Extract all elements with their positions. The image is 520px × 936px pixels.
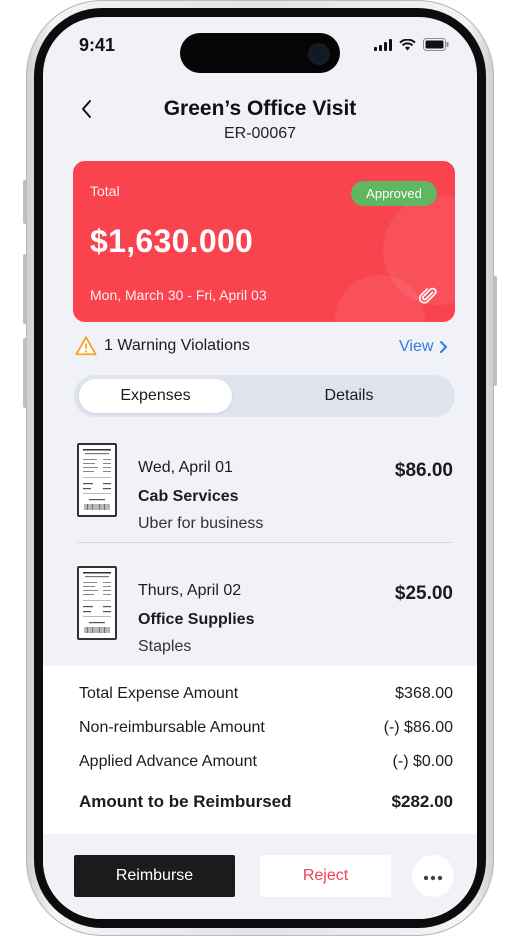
- expense-category: Cab Services: [138, 488, 239, 505]
- list-divider: [77, 542, 453, 543]
- side-button: [23, 180, 27, 224]
- tab-expenses[interactable]: Expenses: [79, 379, 232, 413]
- expense-date: Thurs, April 02: [138, 582, 242, 599]
- wifi-icon: [399, 38, 416, 50]
- view-warnings-link[interactable]: View: [399, 338, 449, 356]
- volume-down-button: [23, 338, 27, 408]
- totals-summary: Total Expense Amount $368.00 Non-reimbur…: [43, 666, 477, 834]
- report-id: ER-00067: [223, 125, 297, 142]
- more-options-button[interactable]: [412, 855, 454, 897]
- page-title: Green’s Office Visit: [163, 97, 357, 120]
- total-expense-row: Total Expense Amount $368.00: [79, 685, 453, 703]
- total-label: Total: [90, 183, 120, 199]
- status-time: 9:41: [79, 35, 116, 55]
- summary-value: $282.00: [391, 792, 453, 811]
- camera-icon: [308, 43, 330, 65]
- date-range: Mon, March 30 - Fri, April 03: [90, 287, 267, 303]
- summary-label: Non-reimbursable Amount: [79, 719, 265, 736]
- app-screen: 9:41 Green’s Office Visit ER-00067 Total…: [43, 17, 477, 919]
- signal-icon: [374, 38, 392, 51]
- chevron-right-icon: [440, 341, 448, 353]
- non-reimbursable-row: Non-reimbursable Amount (-) $86.00: [79, 719, 453, 737]
- tab-details[interactable]: Details: [274, 379, 424, 413]
- dynamic-island: [180, 33, 340, 73]
- applied-advance-row: Applied Advance Amount (-) $0.00: [79, 753, 453, 771]
- battery-icon: [423, 38, 449, 51]
- total-summary-card: Total Approved $1,630.000 Mon, March 30 …: [73, 161, 455, 322]
- warning-icon: [75, 336, 97, 356]
- receipt-icon: [77, 443, 117, 517]
- total-amount: $1,630.000: [90, 223, 254, 259]
- phone-frame: 9:41 Green’s Office Visit ER-00067 Total…: [23, 0, 497, 936]
- summary-label: Total Expense Amount: [79, 685, 239, 702]
- expense-amount: $86.00: [394, 460, 453, 481]
- reimburse-button[interactable]: Reimburse: [74, 855, 235, 897]
- attachment-icon[interactable]: [417, 285, 439, 307]
- ellipsis-icon: [423, 875, 443, 880]
- summary-label: Amount to be Reimbursed: [79, 792, 292, 811]
- reimbursed-total-row: Amount to be Reimbursed $282.00: [79, 792, 453, 812]
- expense-date: Wed, April 01: [138, 459, 233, 476]
- power-button: [493, 276, 497, 386]
- volume-up-button: [23, 254, 27, 324]
- segmented-tabs: Expenses Details: [74, 375, 455, 417]
- expense-item[interactable]: Thurs, April 02 Office Supplies Staples …: [43, 565, 477, 675]
- receipt-icon: [77, 566, 117, 640]
- status-icons: [374, 38, 449, 51]
- expense-vendor: Staples: [138, 638, 192, 655]
- reject-button[interactable]: Reject: [260, 855, 391, 897]
- warning-text: 1 Warning Violations: [104, 337, 250, 354]
- summary-value: (-) $86.00: [383, 719, 453, 736]
- view-link-label: View: [399, 338, 434, 355]
- status-badge: Approved: [351, 181, 437, 206]
- expense-amount: $25.00: [394, 583, 453, 604]
- summary-label: Applied Advance Amount: [79, 753, 257, 770]
- action-bar: Reimburse Reject: [43, 834, 477, 919]
- expense-item[interactable]: Wed, April 01 Cab Services Uber for busi…: [43, 442, 477, 552]
- expense-vendor: Uber for business: [138, 515, 264, 532]
- expense-category: Office Supplies: [138, 611, 255, 628]
- summary-value: $368.00: [395, 685, 453, 702]
- summary-value: (-) $0.00: [392, 753, 453, 770]
